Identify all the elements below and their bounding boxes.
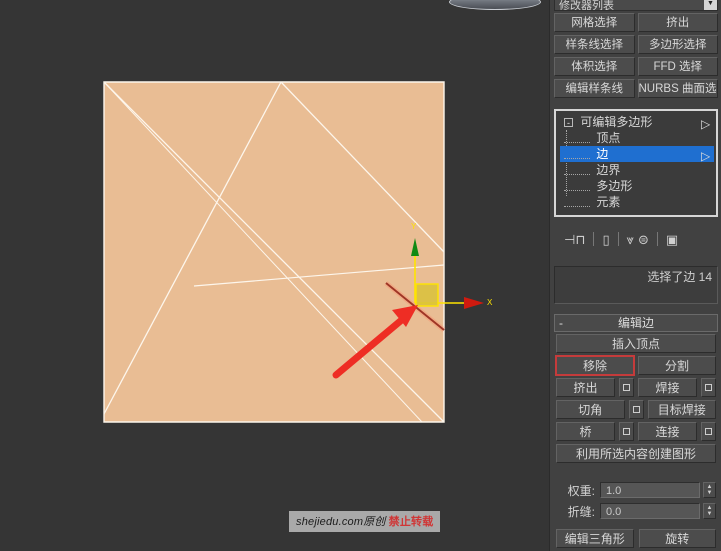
toolbar-divider xyxy=(656,232,658,246)
stack-item-label: 可编辑多边形 xyxy=(580,115,653,129)
btn-chamfer-settings-icon[interactable] xyxy=(628,400,644,419)
gizmo-x-label: X xyxy=(487,298,493,307)
edit-edges-row: 挤出 焊接 xyxy=(556,378,716,397)
btn-edit-triangulation[interactable]: 编辑三角形 xyxy=(556,529,634,548)
weight-input[interactable]: 1.0 xyxy=(600,482,700,498)
pin-stack-icon[interactable]: ⊣⊓ xyxy=(564,233,585,246)
stack-subitem-label: 多边形 xyxy=(596,179,633,193)
edit-edges-row: 插入顶点 xyxy=(556,334,716,353)
edit-edges-panel: 插入顶点 移除 分割 挤出 焊接 切角 目标焊接 桥 连接 利用所选内容创建图形 xyxy=(555,334,716,466)
btn-connect[interactable]: 连接 xyxy=(638,422,697,441)
crease-stepper[interactable]: ▲ ▼ xyxy=(703,503,716,519)
watermark-bar: shejiedu.com原创 禁止转载 xyxy=(289,511,441,532)
viewport-geometry: Y X xyxy=(103,81,493,423)
stack-subitem-border[interactable]: 边界 xyxy=(560,162,714,178)
btn-spline-select[interactable]: 样条线选择 xyxy=(554,35,635,54)
show-end-result-icon[interactable]: ▯ xyxy=(602,233,609,246)
toolbar-divider xyxy=(593,232,595,246)
tree-indent xyxy=(564,134,590,144)
rollout-title: 编辑边 xyxy=(617,316,654,330)
btn-volume-select[interactable]: 体积选择 xyxy=(554,57,635,76)
gizmo-x-arrow[interactable] xyxy=(464,297,484,309)
watermark-notice: 禁止转载 xyxy=(388,516,434,528)
btn-extrude-settings-icon[interactable] xyxy=(619,378,634,397)
edit-edges-rollout-header[interactable]: - 编辑边 xyxy=(554,314,718,332)
btn-ffd-select[interactable]: FFD 选择 xyxy=(637,57,718,76)
btn-connect-settings-icon[interactable] xyxy=(701,422,716,441)
command-panel: 修改器列表 ▼ 网格选择 挤出 样条线选择 多边形选择 体积选择 FFD 选择 … xyxy=(549,0,721,551)
toolbar-divider xyxy=(617,232,619,246)
modifier-row: 网格选择 挤出 xyxy=(554,13,718,32)
modifier-row: 编辑样条线 NURBS 曲面选择 xyxy=(554,79,718,98)
modifier-row: 体积选择 FFD 选择 xyxy=(554,57,718,76)
stack-item-editable-poly[interactable]: - 可编辑多边形 ◁ xyxy=(560,114,714,131)
weight-stepper[interactable]: ▲ ▼ xyxy=(703,482,716,498)
btn-nurbs-surface-select[interactable]: NURBS 曲面选择 xyxy=(637,79,718,98)
btn-weld-edge[interactable]: 焊接 xyxy=(638,378,697,397)
modifier-stack-toolbar: ⊣⊓ ▯ ⩔ ⊜ ▣ xyxy=(554,228,718,250)
stack-subitem-label: 边界 xyxy=(596,163,621,177)
tree-indent xyxy=(564,198,590,208)
btn-bridge[interactable]: 桥 xyxy=(556,422,615,441)
watermark-site: shejiedu.com原创 xyxy=(296,516,386,528)
gizmo-y-label: Y xyxy=(411,222,417,231)
btn-poly-select[interactable]: 多边形选择 xyxy=(637,35,718,54)
stack-subitem-edge[interactable]: 边 ◁ xyxy=(560,146,714,163)
btn-split[interactable]: 分割 xyxy=(638,356,716,375)
stack-subitem-vertex[interactable]: 顶点 xyxy=(560,130,714,146)
crease-row: 折缝: 0.0 ▲ ▼ xyxy=(556,502,716,520)
btn-extrude-edge[interactable]: 挤出 xyxy=(556,378,615,397)
btn-create-shape-from-selection[interactable]: 利用所选内容创建图形 xyxy=(556,444,716,463)
tree-indent xyxy=(564,150,590,160)
modifier-list-value: 修改器列表 xyxy=(559,0,614,11)
btn-bridge-settings-icon[interactable] xyxy=(619,422,634,441)
chevron-down-icon[interactable]: ▼ xyxy=(704,0,717,10)
selection-info-text: 选择了边 14 xyxy=(647,270,712,284)
selection-info-box: 选择了边 14 xyxy=(554,266,718,304)
stack-subitem-element[interactable]: 元素 xyxy=(560,194,714,210)
perspective-viewport[interactable]: Y X shejiedu.com原创 禁止转载 xyxy=(0,0,549,551)
modifier-stack[interactable]: - 可编辑多边形 ◁ 顶点 边 ◁ 边界 多边形 元素 xyxy=(554,109,718,217)
edge-properties-area: 权重: 1.0 ▲ ▼ 折缝: 0.0 ▲ ▼ xyxy=(556,481,716,523)
btn-mesh-select[interactable]: 网格选择 xyxy=(554,13,635,32)
stack-subitem-polygon[interactable]: 多边形 xyxy=(560,178,714,194)
weight-row: 权重: 1.0 ▲ ▼ xyxy=(556,481,716,499)
modifier-list-dropdown[interactable]: 修改器列表 ▼ xyxy=(554,0,718,11)
btn-turn[interactable]: 旋转 xyxy=(638,529,716,548)
btn-target-weld[interactable]: 目标焊接 xyxy=(647,400,716,419)
edit-triangulation-row: 编辑三角形 旋转 xyxy=(556,529,716,548)
btn-extrude[interactable]: 挤出 xyxy=(637,13,718,32)
edit-edges-row: 利用所选内容创建图形 xyxy=(556,444,716,463)
make-unique-icon[interactable]: ⩔ xyxy=(627,233,634,246)
remove-modifier-icon[interactable]: ⊜ xyxy=(638,233,649,246)
tree-indent xyxy=(564,166,590,176)
stack-subitem-label: 元素 xyxy=(596,195,621,209)
crease-input[interactable]: 0.0 xyxy=(600,503,700,519)
expander-icon[interactable]: - xyxy=(564,118,573,128)
edit-edges-row: 桥 连接 xyxy=(556,422,716,441)
modifier-row: 样条线选择 多边形选择 xyxy=(554,35,718,54)
configure-sets-icon[interactable]: ▣ xyxy=(666,233,678,246)
modifier-shortcut-grid: 网格选择 挤出 样条线选择 多边形选择 体积选择 FFD 选择 编辑样条线 NU… xyxy=(554,13,718,101)
btn-weld-settings-icon[interactable] xyxy=(701,378,716,397)
stack-subitem-label: 边 xyxy=(596,147,609,161)
collapse-icon[interactable]: - xyxy=(559,315,563,332)
btn-chamfer[interactable]: 切角 xyxy=(556,400,625,419)
edit-edges-row: 移除 分割 xyxy=(555,355,716,376)
btn-remove[interactable]: 移除 xyxy=(555,355,635,376)
gizmo-xy-plane-handle[interactable] xyxy=(415,283,439,307)
edit-edges-row: 切角 目标焊接 xyxy=(556,400,716,419)
weight-label: 权重: xyxy=(567,483,595,498)
3dsmax-window: Y X shejiedu.com原创禁止转载 修改器列表 ▼ 网格选择 挤出 xyxy=(0,0,721,551)
tree-indent xyxy=(564,182,590,192)
btn-insert-vertex[interactable]: 插入顶点 xyxy=(556,334,716,353)
btn-edit-spline[interactable]: 编辑样条线 xyxy=(554,79,635,98)
crease-label: 折缝: xyxy=(567,504,595,519)
stack-subitem-label: 顶点 xyxy=(596,131,621,145)
